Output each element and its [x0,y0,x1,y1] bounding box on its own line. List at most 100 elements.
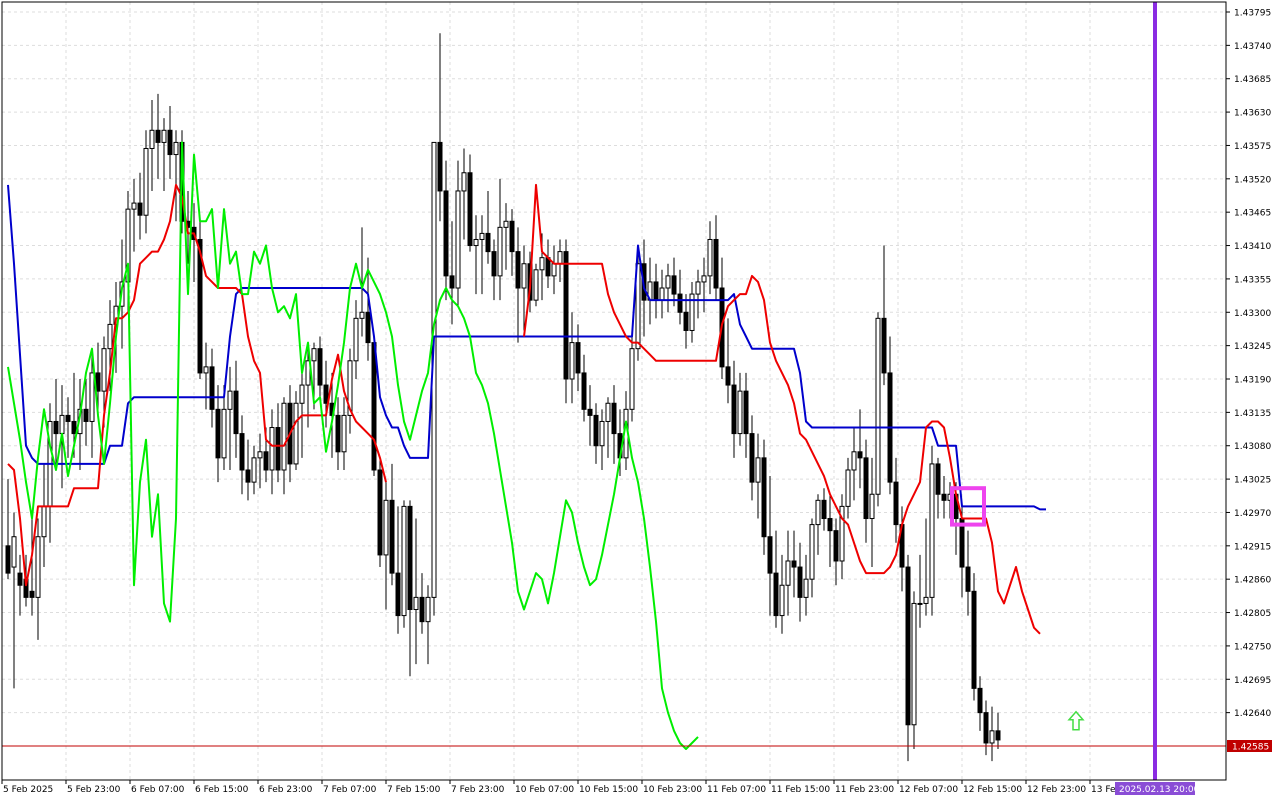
candle-body [587,408,593,416]
candle-body [701,275,707,283]
candle-body [569,342,575,380]
candle-body [365,311,371,344]
candle-body [311,348,317,362]
time-tick-label: 12 Feb 07:00 [899,785,958,795]
candle-body [749,433,755,483]
price-tick-label: 1.43300 [1234,309,1271,319]
candle-body [743,390,749,435]
candle-body [923,596,929,604]
price-tick-label: 1.42970 [1234,509,1271,519]
candle-body [251,457,257,483]
candle-body [269,427,275,471]
candle-body [461,172,467,192]
candle-body [509,220,515,253]
candle-body [425,596,431,623]
candle-body [35,536,41,598]
candle-body [341,414,347,453]
candle-body [59,414,65,435]
candle-body [437,141,443,192]
candle-body [575,342,581,374]
candle-body [677,293,683,313]
candle-body [137,202,143,216]
candle-body [551,263,557,277]
price-tick-label: 1.43355 [1234,275,1271,285]
candle-body [821,499,827,520]
candle-body [233,390,239,435]
candle-body [731,384,737,435]
candle-body [467,172,473,247]
candle-body [539,257,545,271]
candle-body [299,384,305,404]
candle-body [239,433,245,471]
price-tick-label: 1.42695 [1234,676,1271,686]
candle-body [449,275,455,289]
candle-body [245,469,251,483]
price-tick-label: 1.43245 [1234,342,1271,352]
chart-root[interactable]: 1.43795 1.43740 1.43685 1.43630 1.43575 1.435… [0,0,1280,800]
candle-body [989,730,995,744]
candle-body [155,129,161,143]
candle-body [905,566,911,726]
candle-body [323,384,329,404]
price-tick-label: 1.43190 [1234,376,1271,386]
candle-body [107,323,113,350]
candle-body [653,281,659,301]
candle-body [911,602,917,726]
candle [929,445,935,616]
candle-body [593,414,599,447]
candle-body [791,560,797,568]
price-tick-label: 1.43135 [1234,409,1271,419]
candle-body [779,584,785,617]
candle-body [533,269,539,301]
candle-body [371,342,377,471]
candle [293,391,299,470]
price-tick-label: 1.43410 [1234,242,1271,252]
time-tick-label: 6 Feb 23:00 [259,785,313,795]
candle-body [725,366,731,386]
time-tick-label: 12 Feb 15:00 [963,785,1022,795]
chart-background [0,0,1280,800]
candle-body [359,311,365,319]
candle-body [755,457,761,483]
candle-body [827,518,833,532]
candle-body [965,566,971,592]
candle-body [473,238,479,247]
candle-body [383,499,389,556]
time-tick-label: 10 Feb 07:00 [515,785,574,795]
candle-body [419,596,425,623]
candle-body [659,287,665,301]
candle-body [149,129,155,149]
time-tick-label: 7 Feb 07:00 [323,785,377,795]
candle [971,573,977,701]
price-tick-label: 1.43080 [1234,442,1271,452]
candle-body [5,545,11,574]
candle-body [761,457,767,538]
price-tick-label: 1.42640 [1234,709,1271,719]
current-price-label: 1.42585 [1227,740,1272,753]
candle [629,336,635,422]
price-tick-label: 1.43740 [1234,42,1271,52]
price-tick-label: 1.42860 [1234,576,1271,586]
candle [197,215,203,379]
candle-body [941,493,947,501]
candle-body [767,536,773,574]
candle-body [335,414,341,453]
candle-body [65,414,71,422]
candle-body [845,469,851,507]
price-tick-label: 1.42915 [1234,542,1271,552]
price-chart[interactable]: 1.43795 1.43740 1.43685 1.43630 1.43575 1.435… [0,0,1280,800]
candle-body [857,451,863,459]
price-tick-label: 1.42750 [1234,642,1271,652]
time-tick-label: 7 Feb 23:00 [451,785,505,795]
time-tick-label: 6 Feb 07:00 [131,785,185,795]
candle-body [17,572,23,586]
candle-body [869,493,875,520]
candle [377,457,383,568]
candle-body [797,566,803,598]
candle-body [497,226,503,277]
candle-body [875,317,881,495]
candle-body [53,420,59,435]
candle-body [893,481,899,526]
candle-body [665,275,671,289]
time-tick-label: 10 Feb 23:00 [643,785,702,795]
